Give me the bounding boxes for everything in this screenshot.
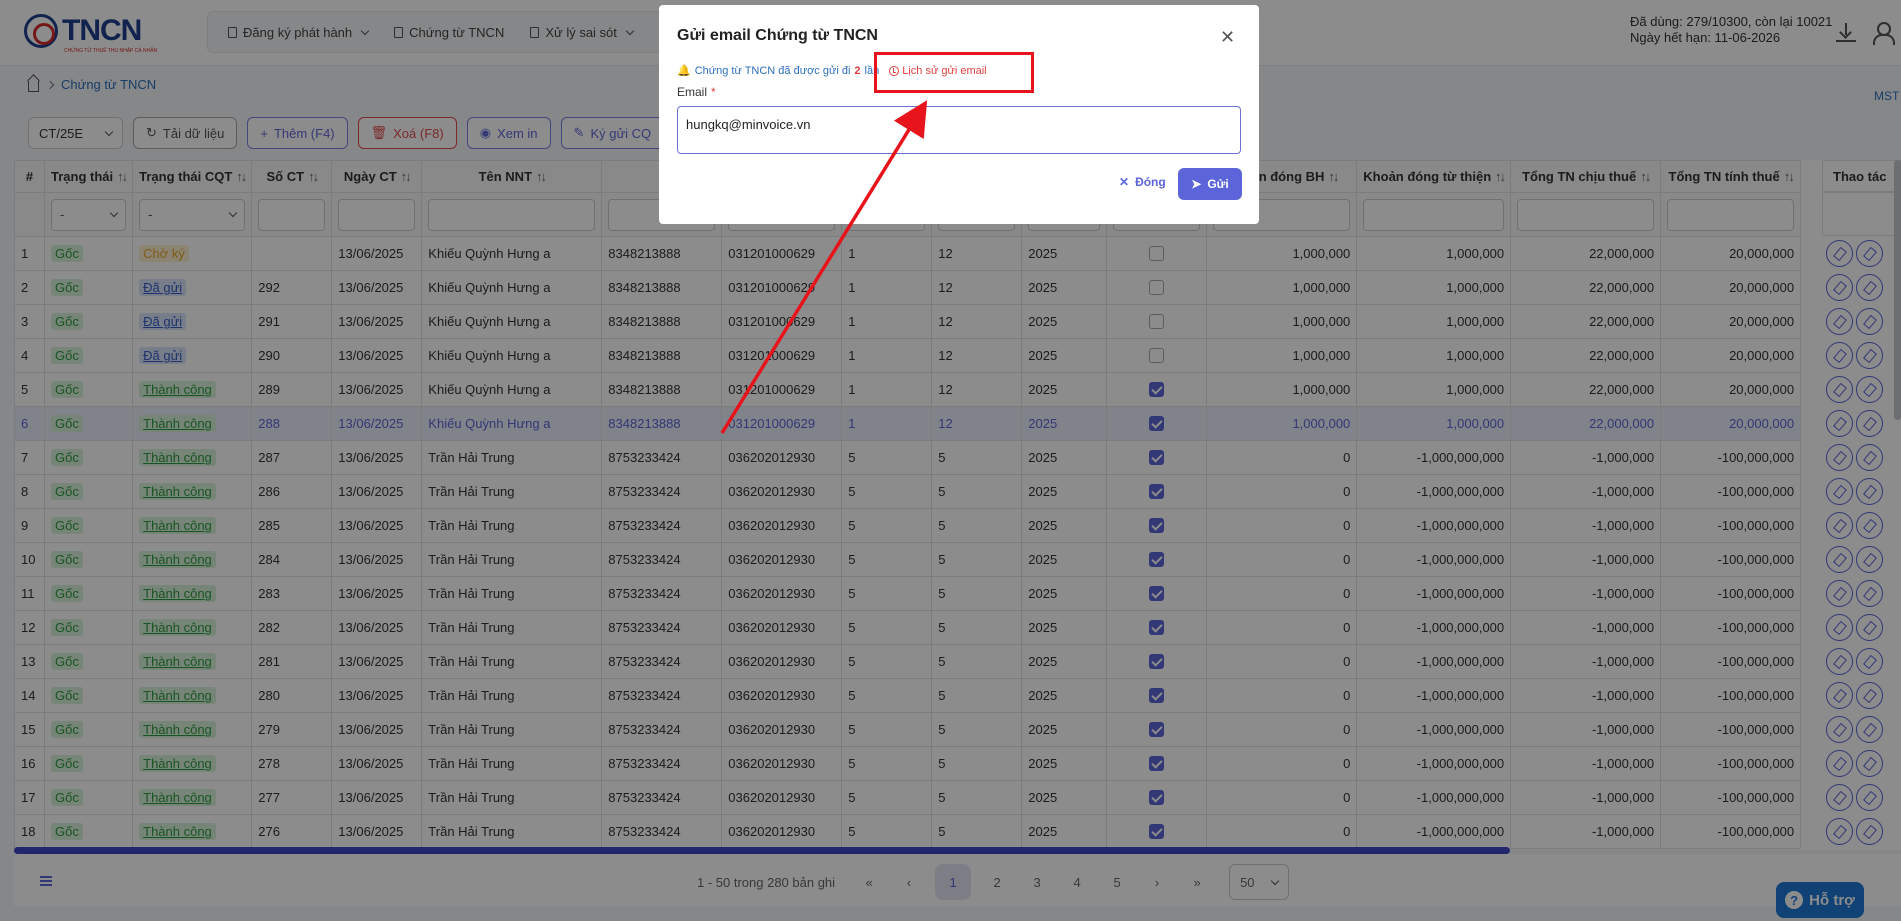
annotation-arrow — [720, 100, 928, 434]
arrow-line — [720, 100, 928, 434]
